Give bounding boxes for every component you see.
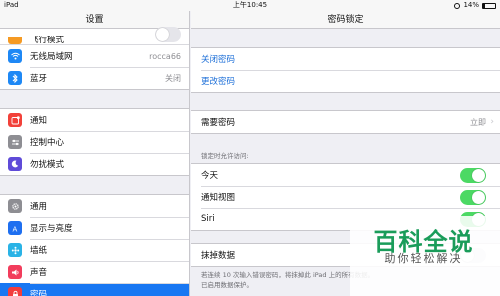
status-bar: iPad 上午10:45 14% [0, 0, 500, 11]
sidebar-item-label: 无线局域网 [30, 52, 73, 62]
wifi-network-value: rocca66 [149, 51, 181, 61]
notification-view-row: 通知视图 [191, 186, 500, 208]
display-icon: A [8, 221, 22, 235]
require-passcode-group: 需要密码 立即 › [191, 110, 500, 134]
airplane-toggle[interactable] [155, 27, 181, 42]
erase-data-label: 抹掉数据 [201, 251, 236, 261]
watermark: 百科全说 助你轻松解决 [350, 216, 500, 296]
sidebar-item-notifications[interactable]: 通知 [0, 109, 189, 131]
siri-label: Siri [201, 214, 215, 224]
turn-off-passcode-button[interactable]: 关闭密码 [191, 48, 500, 70]
sidebar-item-label: 飞行模式 [30, 36, 65, 44]
clock: 上午10:45 [232, 1, 268, 9]
notification-icon [8, 113, 22, 127]
sidebar-item-control-center[interactable]: 控制中心 [0, 131, 189, 153]
today-label: 今天 [201, 171, 219, 181]
sidebar-item-airplane[interactable]: 飞行模式 [0, 27, 189, 45]
airplane-icon [8, 37, 22, 44]
battery-icon [482, 2, 496, 9]
battery-percent: 14% [463, 1, 479, 9]
sidebar-item-label: 显示与亮度 [30, 224, 73, 234]
wallpaper-icon [8, 243, 22, 257]
control-center-icon [8, 135, 22, 149]
sidebar-item-sounds[interactable]: 声音 [0, 261, 189, 283]
sidebar-group-network: 无线局域网 rocca66 蓝牙 关闭 [0, 45, 189, 90]
sidebar-item-label: 墙纸 [30, 246, 48, 256]
require-passcode-row[interactable]: 需要密码 立即 › [191, 111, 500, 133]
notification-view-toggle[interactable] [460, 189, 486, 205]
sidebar-item-passcode[interactable]: 密码 [0, 283, 189, 296]
sidebar-item-do-not-disturb[interactable]: 勿扰模式 [0, 153, 189, 175]
settings-sidebar: 设置 飞行模式 无线局域网 rocca66 蓝牙 关闭 通知 控制中心 勿扰模式… [0, 11, 190, 296]
gear-icon [8, 199, 22, 213]
sidebar-item-label: 密码 [30, 290, 48, 296]
sidebar-item-bluetooth[interactable]: 蓝牙 关闭 [0, 67, 189, 89]
moon-icon [8, 157, 22, 171]
bluetooth-icon [8, 71, 22, 85]
today-row: 今天 [191, 164, 500, 186]
watermark-subtitle: 助你轻松解决 [384, 252, 463, 265]
change-passcode-button[interactable]: 更改密码 [191, 70, 500, 92]
page-title: 密码锁定 [191, 11, 500, 29]
status-right: 14% [454, 0, 496, 11]
require-passcode-value: 立即 [470, 117, 486, 127]
lock-icon [8, 287, 22, 296]
svg-text:A: A [12, 225, 17, 233]
sidebar-item-general[interactable]: 通用 [0, 195, 189, 217]
chevron-right-icon: › [490, 117, 494, 127]
lock-access-header: 锁定时允许访问: [201, 152, 249, 160]
sidebar-item-wallpaper[interactable]: 墙纸 [0, 239, 189, 261]
sidebar-item-wifi[interactable]: 无线局域网 rocca66 [0, 45, 189, 67]
sidebar-item-label: 通用 [30, 202, 48, 212]
sidebar-group-notifications: 通知 控制中心 勿扰模式 [0, 108, 189, 176]
bluetooth-value: 关闭 [165, 73, 181, 83]
sidebar-item-label: 声音 [30, 268, 48, 278]
notification-view-label: 通知视图 [201, 193, 236, 203]
sidebar-item-label: 勿扰模式 [30, 160, 65, 170]
sidebar-group-general: 通用 A 显示与亮度 墙纸 声音 密码 [0, 194, 189, 296]
change-passcode-label: 更改密码 [201, 77, 236, 87]
sidebar-item-display[interactable]: A 显示与亮度 [0, 217, 189, 239]
wifi-icon [8, 49, 22, 63]
sound-icon [8, 265, 22, 279]
today-toggle[interactable] [460, 167, 486, 183]
turn-off-passcode-label: 关闭密码 [201, 55, 236, 65]
passcode-actions-group: 关闭密码 更改密码 [191, 47, 500, 93]
sidebar-item-label: 通知 [30, 116, 48, 126]
require-passcode-label: 需要密码 [201, 118, 236, 128]
sidebar-item-label: 蓝牙 [30, 74, 48, 84]
orientation-lock-icon [454, 2, 461, 9]
sidebar-item-label: 控制中心 [30, 138, 65, 148]
